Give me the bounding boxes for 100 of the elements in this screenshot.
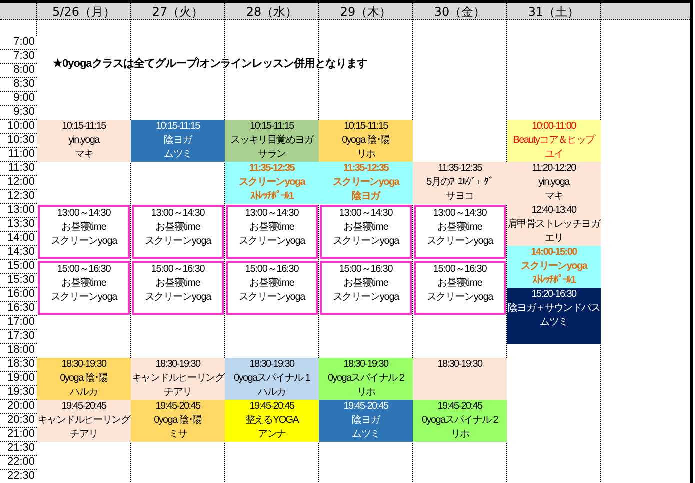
time-label: 7:00: [14, 36, 35, 49]
class-time: 12:40-13:40: [532, 204, 576, 218]
class-time: 18:30-19:30: [438, 358, 482, 372]
instructor-name: スクリーンyoga: [332, 235, 400, 249]
class-time: 11:35-12:35: [249, 162, 295, 176]
instructor-name: スクリーンyoga: [238, 291, 306, 305]
time-label: 16:30: [7, 302, 35, 315]
instructor-name: リホ: [356, 148, 376, 162]
class-title: 0yogaスパイナル 2: [422, 414, 498, 428]
time-label: 8:30: [14, 78, 35, 91]
time-label: 12:30: [7, 190, 35, 203]
time-label: 10:00: [7, 120, 35, 133]
class-title: 整えるYOGA: [245, 414, 299, 428]
instructor-name: サヨコ: [446, 190, 474, 204]
instructor-name: 陰ヨガ: [352, 190, 380, 204]
instructor-name: ムツミ: [164, 148, 192, 162]
class-title: 陰ヨガ＋サウンドバス: [508, 302, 600, 316]
class-title: 0yoga 陰･陽: [342, 134, 390, 148]
instructor-name: スクリーンyoga: [426, 291, 494, 305]
class-title: お昼寝time: [62, 221, 106, 235]
class-title: キャンドルヒーリング: [38, 414, 130, 428]
class-time: 19:45-20:45: [156, 400, 200, 414]
instructor-name: エリ: [544, 232, 564, 246]
class-time: 18:30-19:30: [344, 358, 388, 372]
instructor-name: スクリーンyoga: [50, 291, 118, 305]
time-label: 13:30: [7, 218, 35, 231]
class-time: 18:30-19:30: [62, 358, 106, 372]
class-title: お昼寝time: [250, 277, 294, 291]
class-time: 15:00～16:30: [151, 263, 205, 277]
time-label: 22:00: [7, 456, 35, 469]
instructor-name: アンナ: [258, 428, 286, 442]
class-title: 5月のｱｰﾕﾙｳﾞｪｰﾀﾞ: [426, 176, 494, 190]
time-label: 16:00: [7, 288, 35, 301]
time-label: 21:30: [7, 442, 35, 455]
time-label: 14:30: [7, 246, 35, 259]
class-title: お昼寝time: [344, 221, 388, 235]
class-title: お昼寝time: [438, 277, 482, 291]
time-label: 13:00: [7, 204, 35, 217]
instructor-name: ｽﾄﾚｯﾁﾎﾟｰﾙ1: [250, 190, 294, 204]
class-title: キャンドルヒーリング: [132, 372, 224, 386]
instructor-name: スクリーンyoga: [144, 235, 212, 249]
class-title: Beautyコア＆ヒップ: [513, 134, 595, 148]
class-title: スクリーンyoga: [238, 176, 306, 190]
time-label: 15:30: [7, 274, 35, 287]
day-header: 28（水）: [246, 4, 298, 18]
class-time: 10:15-11:15: [250, 120, 294, 134]
time-label: 20:00: [7, 400, 35, 413]
class-time: 19:45-20:45: [250, 400, 294, 414]
time-label: 12:00: [7, 176, 35, 189]
day-header: 30（金）: [434, 4, 486, 18]
class-time: 15:00～16:30: [57, 263, 111, 277]
class-title: スクリーンyoga: [332, 176, 400, 190]
class-time: 11:35-12:35: [438, 162, 482, 176]
class-title: お昼寝time: [62, 277, 106, 291]
time-label: 19:00: [7, 372, 35, 385]
class-time: 13:00～14:30: [151, 207, 205, 221]
class-time: 19:45-20:45: [344, 400, 388, 414]
time-label: 18:00: [7, 344, 35, 357]
day-header: 31（土）: [528, 4, 580, 18]
class-title: 陰ヨガ: [164, 134, 192, 148]
time-label: 11:00: [8, 148, 35, 161]
class-title: 0yoga 陰･陽: [60, 372, 108, 386]
time-label: 7:30: [14, 50, 35, 63]
time-label: 22:30: [7, 470, 35, 483]
time-label: 15:00: [7, 260, 35, 273]
class-title: お昼寝time: [250, 221, 294, 235]
class-time: 10:15-11:15: [344, 120, 388, 134]
instructor-name: マキ: [544, 190, 564, 204]
class-title: yin.yoga: [538, 176, 570, 190]
time-label: 11:30: [8, 162, 35, 175]
time-label: 9:00: [14, 92, 35, 105]
class-title: 0yogaスパイナル 1: [234, 372, 310, 386]
class-time: 15:20-16:30: [532, 288, 576, 302]
instructor-name: スクリーンyoga: [332, 291, 400, 305]
class-title: スクリーンyoga: [520, 260, 588, 274]
class-time: 15:00～16:30: [245, 263, 299, 277]
class-title: 0yogaスパイナル 2: [328, 372, 404, 386]
class-time: 18:30-19:30: [250, 358, 294, 372]
instructor-name: スクリーンyoga: [50, 235, 118, 249]
time-label: 18:30: [7, 358, 35, 371]
instructor-name: サラン: [258, 148, 286, 162]
class-title: 肩甲骨ストレッチヨガ: [508, 218, 600, 232]
class-time: 19:45-20:45: [438, 400, 482, 414]
instructor-name: チアリ: [164, 386, 192, 400]
class-time: 11:35-12:35: [343, 162, 389, 176]
class-title: yin.yoga: [68, 134, 100, 148]
class-title: 陰ヨガ: [352, 414, 380, 428]
time-label: 19:30: [7, 386, 35, 399]
day-header: 29（木）: [340, 4, 392, 18]
time-label: 9:30: [14, 106, 35, 119]
time-label: 14:00: [7, 232, 35, 245]
day-header: 5/26（月）: [52, 4, 116, 18]
class-time: 13:00～14:30: [433, 207, 487, 221]
instructor-name: チアリ: [70, 428, 98, 442]
class-time: 19:45-20:45: [62, 400, 106, 414]
class-time: 15:00～16:30: [433, 263, 487, 277]
instructor-name: ムツミ: [540, 316, 568, 330]
class-title: スッキリ目覚めヨガ: [230, 134, 314, 148]
class-time: 13:00～14:30: [339, 207, 393, 221]
class-title: お昼寝time: [344, 277, 388, 291]
